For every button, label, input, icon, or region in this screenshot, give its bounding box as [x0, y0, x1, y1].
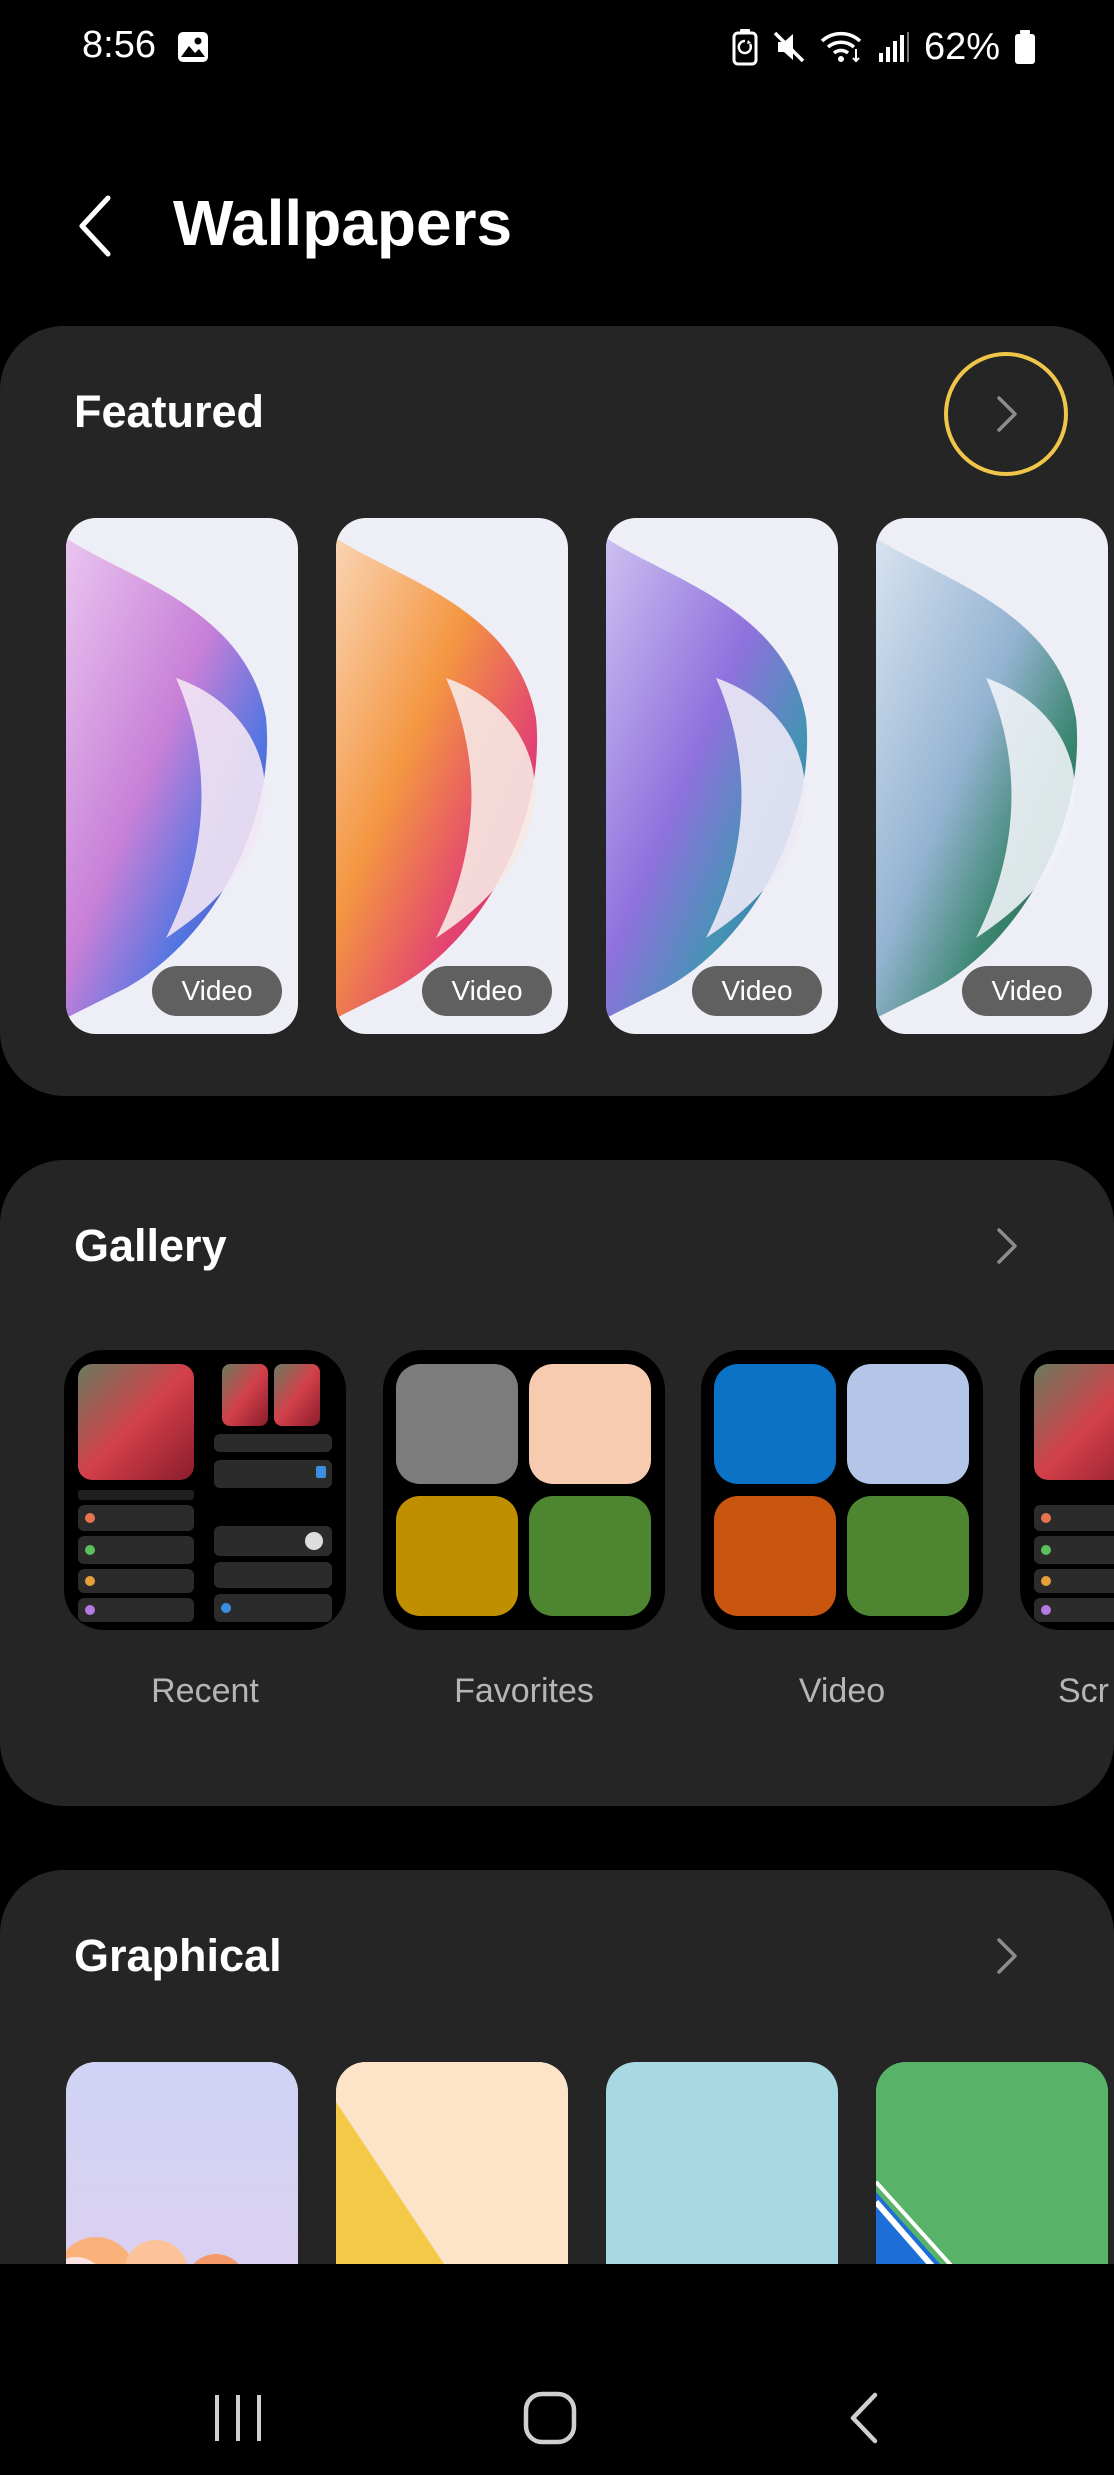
favorites-swatch — [529, 1364, 651, 1484]
navigation-bar — [0, 2340, 1114, 2475]
featured-more-button[interactable] — [977, 384, 1037, 444]
featured-wallpaper-2[interactable]: Video — [336, 518, 568, 1034]
graphical-wallpaper-1[interactable] — [66, 2062, 298, 2264]
chevron-left-icon — [79, 195, 111, 257]
album-label-recent: Recent — [151, 1672, 259, 1710]
album-screenshots[interactable] — [1020, 1350, 1114, 1630]
chevron-right-icon — [997, 396, 1017, 432]
wallpapers-screen: 8:56 62% Wallpapers Featured Video Video… — [0, 0, 1114, 2475]
video-swatch — [847, 1496, 969, 1616]
chevron-right-icon — [997, 1938, 1017, 1974]
recent-apps-button[interactable] — [178, 2366, 298, 2470]
graphical-section: Graphical — [0, 1870, 1114, 2264]
favorites-swatch — [396, 1364, 518, 1484]
album-favorites[interactable] — [383, 1350, 665, 1630]
video-badge: Video — [962, 966, 1092, 1016]
gallery-title: Gallery — [74, 1220, 227, 1271]
video-badge: Video — [422, 966, 552, 1016]
back-button[interactable] — [60, 186, 130, 266]
mute-icon — [773, 31, 805, 63]
graphical-wallpaper-3[interactable] — [606, 2062, 838, 2264]
back-icon — [850, 2392, 878, 2444]
album-label-video: Video — [798, 1672, 886, 1710]
album-video[interactable] — [701, 1350, 983, 1630]
album-label-screenshots: Scr — [1058, 1672, 1109, 1710]
featured-wallpaper-3[interactable]: Video — [606, 518, 838, 1034]
album-label-favorites: Favorites — [454, 1672, 594, 1710]
wallpaper-art — [336, 2062, 568, 2264]
video-swatch — [847, 1364, 969, 1484]
page-title: Wallpapers — [173, 187, 513, 259]
home-button[interactable] — [490, 2366, 610, 2470]
chevron-right-icon — [997, 1228, 1017, 1264]
video-swatch — [714, 1496, 836, 1616]
graphical-wallpaper-4[interactable] — [876, 2062, 1108, 2264]
recent-screenshot-preview — [78, 1364, 332, 1622]
wallpaper-art — [876, 538, 1078, 1018]
wallpaper-art — [606, 538, 808, 1018]
nav-back-button[interactable] — [804, 2366, 924, 2470]
graphical-title: Graphical — [74, 1930, 282, 1981]
featured-section: Featured Video Video Video Video — [0, 326, 1114, 1096]
status-time: 8:56 — [82, 24, 156, 66]
wifi-icon — [820, 31, 862, 63]
home-icon — [523, 2391, 577, 2445]
album-recent[interactable] — [64, 1350, 346, 1630]
battery-icon — [1015, 30, 1035, 64]
video-badge: Video — [692, 966, 822, 1016]
gallery-more-button[interactable] — [977, 1216, 1037, 1276]
status-bar: 8:56 62% — [0, 0, 1114, 96]
favorites-swatch — [529, 1496, 651, 1616]
featured-title: Featured — [74, 386, 265, 437]
battery-percent: 62% — [923, 25, 1000, 68]
video-swatch — [714, 1364, 836, 1484]
screenshots-preview — [1034, 1364, 1114, 1622]
graphical-wallpaper-2[interactable] — [336, 2062, 568, 2264]
favorites-swatch — [396, 1496, 518, 1616]
recent-apps-icon — [215, 2395, 261, 2441]
wallpaper-art — [66, 2062, 298, 2264]
wallpaper-art — [876, 2062, 1108, 2264]
status-icons: 62% — [732, 24, 1036, 70]
wallpaper-art — [66, 538, 268, 1018]
battery-saver-icon — [732, 29, 758, 66]
featured-wallpaper-4[interactable]: Video — [876, 518, 1108, 1034]
wallpaper-art — [336, 538, 538, 1018]
featured-wallpaper-1[interactable]: Video — [66, 518, 298, 1034]
graphical-more-button[interactable] — [977, 1926, 1037, 1986]
video-badge: Video — [152, 966, 282, 1016]
gallery-section: Gallery Recent Favorites Video Scr — [0, 1160, 1114, 1806]
signal-icon — [878, 32, 909, 62]
image-icon — [178, 32, 208, 62]
